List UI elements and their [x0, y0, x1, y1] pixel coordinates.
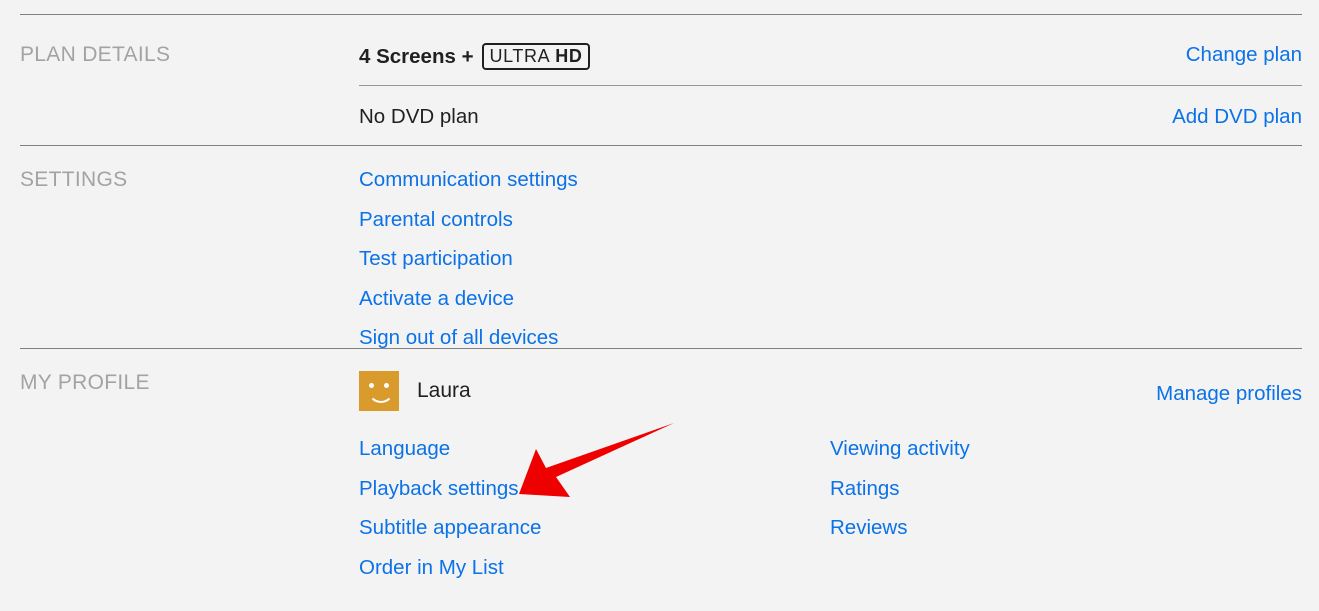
add-dvd-plan-link[interactable]: Add DVD plan [1172, 105, 1302, 129]
badge-ultra-text: ULTRA [489, 46, 551, 66]
settings-link-activate-a-device[interactable]: Activate a device [359, 287, 578, 311]
settings-link-parental-controls[interactable]: Parental controls [359, 208, 578, 232]
settings-label: SETTINGS [20, 168, 128, 191]
profile-link-ratings[interactable]: Ratings [830, 477, 970, 501]
avatar-eye-left-icon [369, 383, 374, 388]
profile-links-right: Viewing activity Ratings Reviews [830, 437, 970, 540]
badge-hd-text: HD [555, 46, 583, 66]
change-plan-link[interactable]: Change plan [1186, 43, 1302, 67]
profile-link-language[interactable]: Language [359, 437, 541, 461]
plan-name-row: 4 Screens + ULTRA HD [359, 43, 591, 70]
profile-link-playback-settings[interactable]: Playback settings [359, 477, 541, 501]
settings-links: Communication settings Parental controls… [359, 168, 578, 350]
profile-link-reviews[interactable]: Reviews [830, 516, 970, 540]
settings-link-test-participation[interactable]: Test participation [359, 247, 578, 271]
profile-link-order-in-my-list[interactable]: Order in My List [359, 556, 541, 580]
profile-header[interactable]: Laura [359, 371, 471, 411]
divider-plan-inner [359, 85, 1302, 86]
profile-name: Laura [417, 379, 471, 402]
plan-row-1: 4 Screens + ULTRA HD [359, 43, 591, 70]
settings-link-sign-out-of-all-devices[interactable]: Sign out of all devices [359, 326, 578, 350]
avatar-eye-right-icon [384, 383, 389, 388]
plan-details-section: PLAN DETAILS 4 Screens + ULTRA HD Change … [20, 14, 1302, 146]
plan-name-text: 4 Screens + [359, 44, 474, 68]
avatar-smile-icon [368, 390, 394, 403]
dvd-plan-text: No DVD plan [359, 105, 479, 128]
plan-details-label: PLAN DETAILS [20, 43, 171, 66]
my-profile-body: MY PROFILE Laura Manage profiles Languag… [20, 349, 1302, 599]
ultra-hd-badge: ULTRA HD [481, 43, 591, 70]
profile-links-left: Language Playback settings Subtitle appe… [359, 437, 541, 580]
account-settings-page: PLAN DETAILS 4 Screens + ULTRA HD Change … [0, 0, 1319, 611]
manage-profiles-link[interactable]: Manage profiles [1156, 382, 1302, 406]
my-profile-label: MY PROFILE [20, 371, 150, 394]
avatar[interactable] [359, 371, 399, 411]
settings-link-communication-settings[interactable]: Communication settings [359, 168, 578, 192]
my-profile-section: MY PROFILE Laura Manage profiles Languag… [20, 348, 1302, 599]
plan-details-body: PLAN DETAILS 4 Screens + ULTRA HD Change … [20, 15, 1302, 146]
profile-link-viewing-activity[interactable]: Viewing activity [830, 437, 970, 461]
settings-body: SETTINGS Communication settings Parental… [20, 146, 1302, 350]
profile-link-subtitle-appearance[interactable]: Subtitle appearance [359, 516, 541, 540]
settings-section: SETTINGS Communication settings Parental… [20, 145, 1302, 350]
